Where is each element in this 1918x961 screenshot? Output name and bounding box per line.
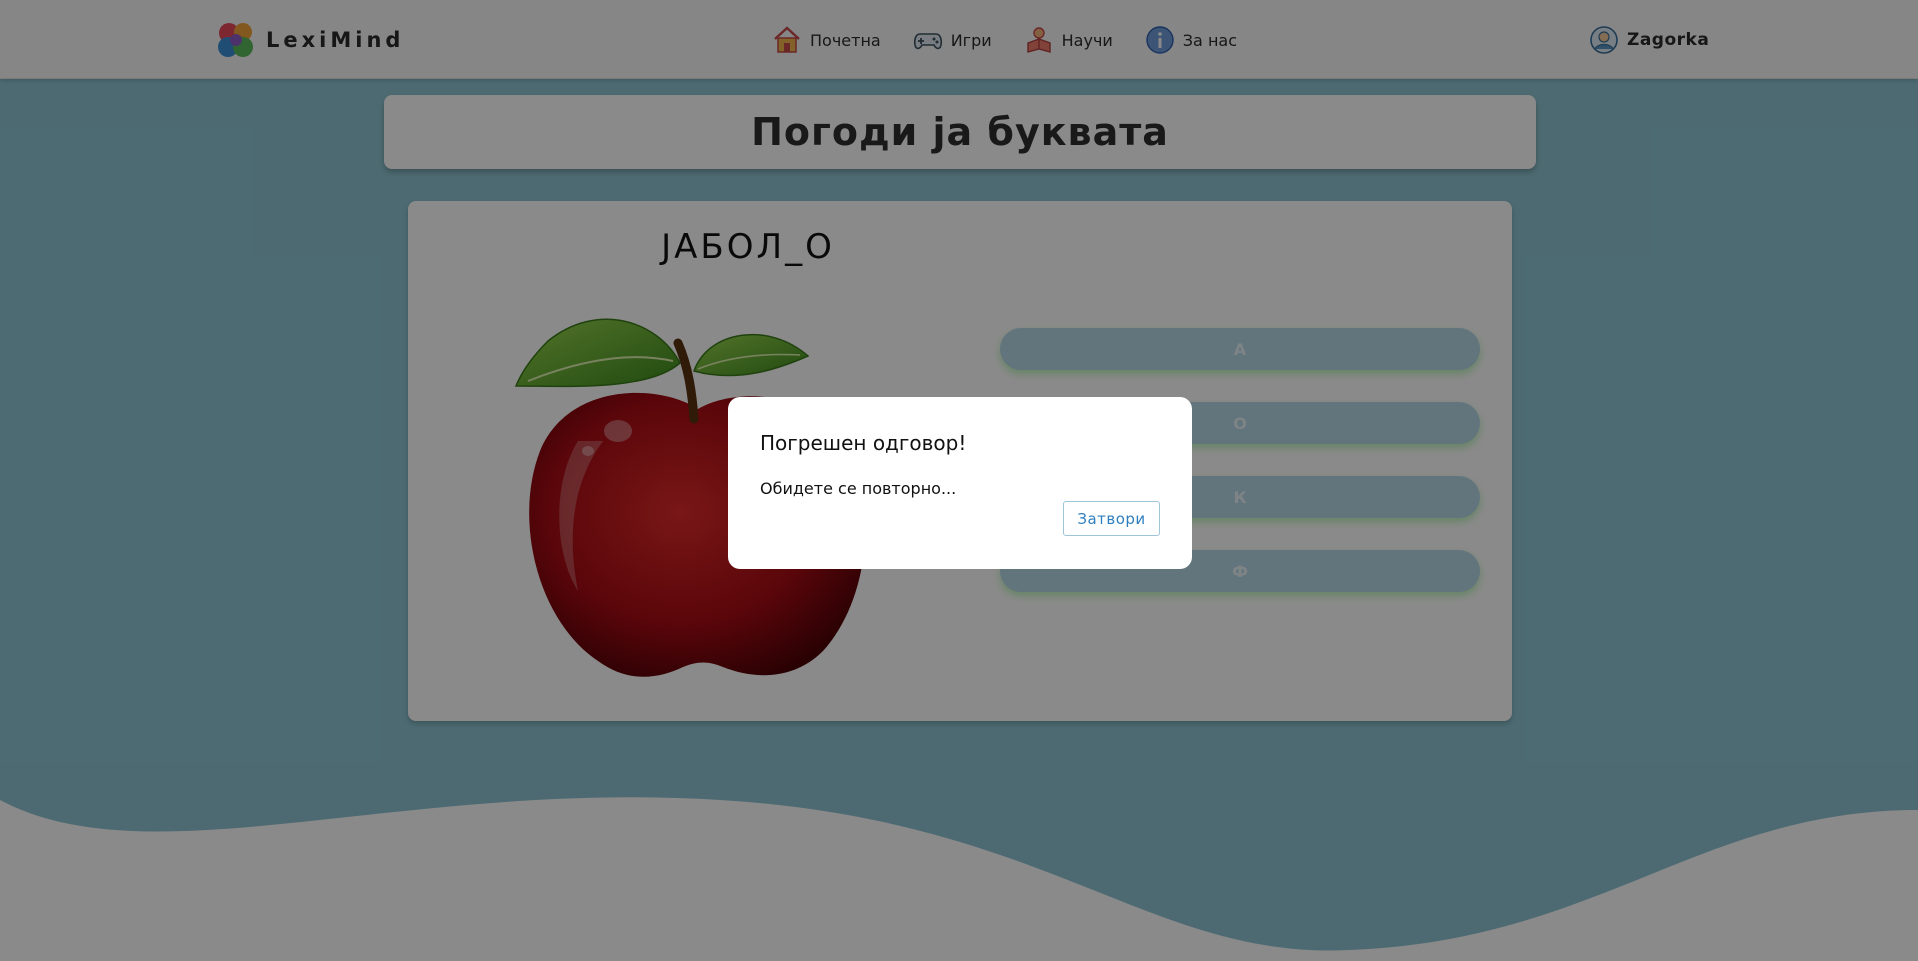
close-button[interactable]: Затвори [1063, 501, 1160, 536]
modal-title: Погрешен одговор! [760, 431, 967, 455]
modal-message: Обидете се повторно... [760, 479, 957, 498]
wrong-answer-modal: Погрешен одговор! Обидете се повторно...… [728, 397, 1192, 569]
